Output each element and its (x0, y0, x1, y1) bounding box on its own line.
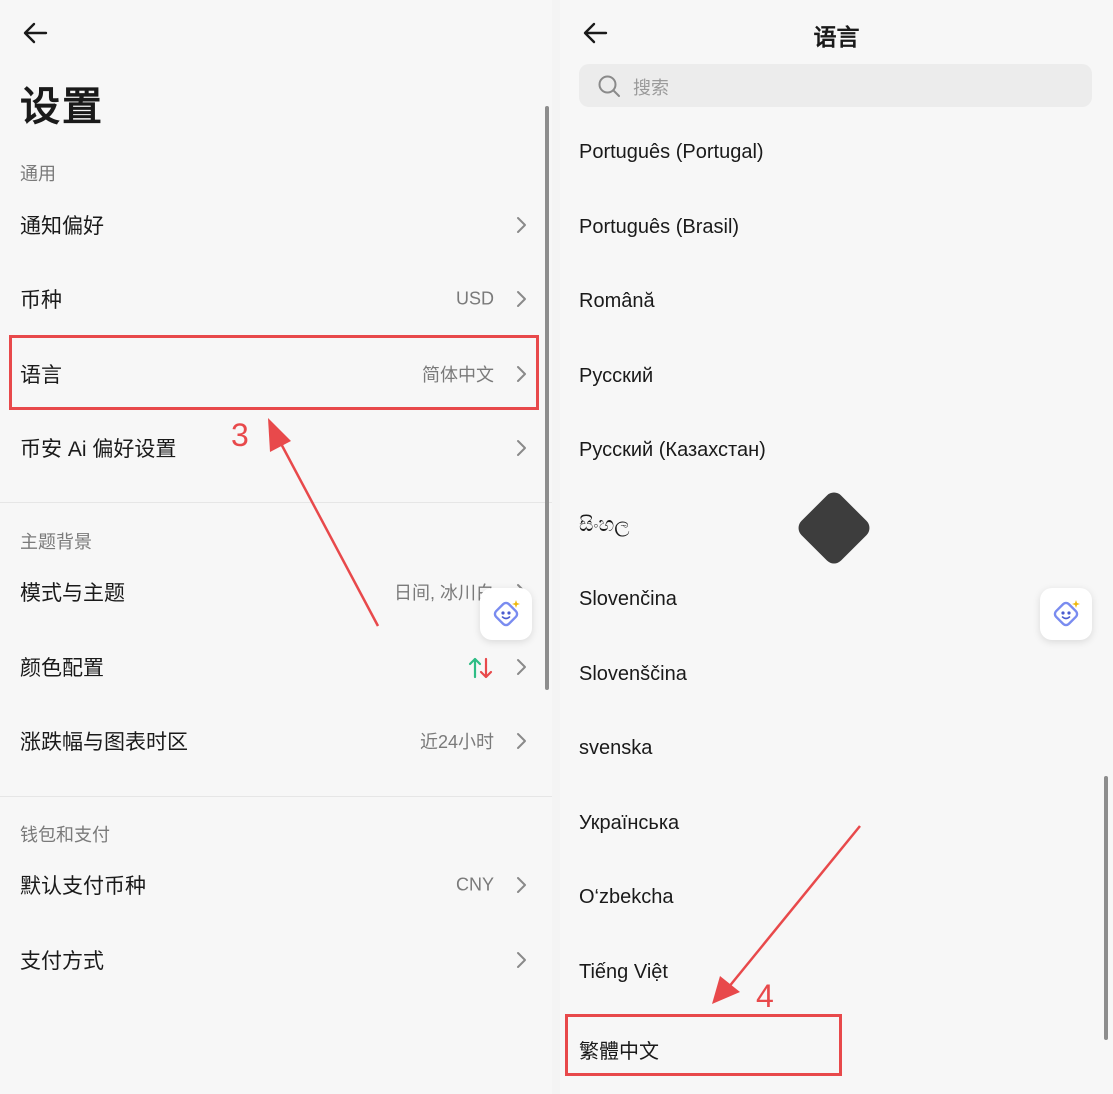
chevron-right-icon (517, 733, 526, 749)
section-wallet: 钱包和支付 (20, 825, 110, 845)
page-title: 语言 (813, 24, 860, 50)
scrollbar[interactable] (545, 106, 549, 690)
row-value: 日间, 冰川白 (393, 583, 494, 603)
row-label: 默认支付币种 (20, 875, 146, 898)
row-timezone[interactable]: 涨跌幅与图表时区 近24小时 (0, 704, 552, 778)
language-item[interactable]: Українська (579, 812, 679, 835)
settings-panel: 设置 通用 通知偏好 币种 USD 语言 简体中文 币安 Ai 偏好设置 主题背… (0, 0, 552, 1094)
row-currency[interactable]: 币种 USD (0, 262, 552, 336)
chevron-right-icon (517, 217, 526, 233)
ai-assistant-icon (1053, 600, 1080, 627)
chevron-right-icon (517, 440, 526, 456)
row-default-payment-currency[interactable]: 默认支付币种 CNY (0, 848, 552, 922)
row-label: 涨跌幅与图表时区 (20, 731, 188, 754)
row-label: 币种 (20, 289, 62, 312)
row-label: 币安 Ai 偏好设置 (20, 438, 177, 461)
language-item[interactable]: Română (579, 290, 655, 313)
language-item[interactable]: Русский (579, 365, 653, 388)
back-arrow-icon[interactable] (22, 20, 50, 46)
ai-assistant-icon (493, 600, 520, 627)
step-4-label: 4 (756, 978, 774, 1014)
section-divider (0, 502, 552, 503)
row-label: 模式与主题 (20, 582, 125, 605)
language-item[interactable]: Русский (Казахстан) (579, 439, 766, 462)
language-item[interactable]: Português (Portugal) (579, 141, 764, 164)
search-placeholder: 搜索 (633, 78, 669, 98)
row-color-config[interactable]: 颜色配置 (0, 630, 552, 704)
language-item[interactable]: Slovenščina (579, 663, 687, 686)
row-mode-theme[interactable]: 模式与主题 日间, 冰川白 (0, 555, 552, 629)
language-item[interactable]: svenska (579, 737, 652, 760)
row-payment-method[interactable]: 支付方式 (0, 923, 552, 997)
language-panel: 语言 搜索 Português (Portugal) Português (Br… (560, 0, 1113, 1094)
step-3-label: 3 (231, 417, 249, 453)
scrollbar[interactable] (1104, 776, 1108, 1040)
chevron-right-icon (517, 877, 526, 893)
highlight-traditional-chinese (565, 1014, 842, 1076)
section-divider (0, 796, 552, 797)
language-item[interactable]: Português (Brasil) (579, 216, 739, 239)
row-value: USD (455, 288, 494, 309)
ai-assistant-button[interactable] (480, 588, 532, 640)
ai-assistant-button[interactable] (1040, 588, 1092, 640)
row-label: 支付方式 (20, 950, 104, 973)
row-label: 通知偏好 (20, 215, 104, 238)
chevron-right-icon (517, 659, 526, 675)
row-notification-preferences[interactable]: 通知偏好 (0, 188, 552, 262)
section-general: 通用 (20, 164, 56, 184)
search-input[interactable]: 搜索 (579, 64, 1092, 107)
chevron-right-icon (517, 291, 526, 307)
row-value: 近24小时 (419, 732, 494, 752)
touch-indicator-icon (794, 488, 874, 568)
language-item[interactable]: Slovenčina (579, 588, 677, 611)
language-item[interactable]: සිංහල (579, 514, 629, 537)
highlight-language-row (9, 335, 539, 410)
up-down-color-icon (468, 657, 493, 679)
row-label: 颜色配置 (20, 657, 104, 680)
row-value: CNY (455, 874, 494, 895)
language-item[interactable]: Tiếng Việt (579, 961, 668, 984)
row-ai-preferences[interactable]: 币安 Ai 偏好设置 (0, 411, 552, 485)
page-title: 设置 (20, 85, 104, 129)
chevron-right-icon (517, 952, 526, 968)
section-theme: 主题背景 (20, 532, 92, 552)
language-item[interactable]: O‘zbekcha (579, 886, 674, 909)
search-icon (598, 75, 620, 97)
